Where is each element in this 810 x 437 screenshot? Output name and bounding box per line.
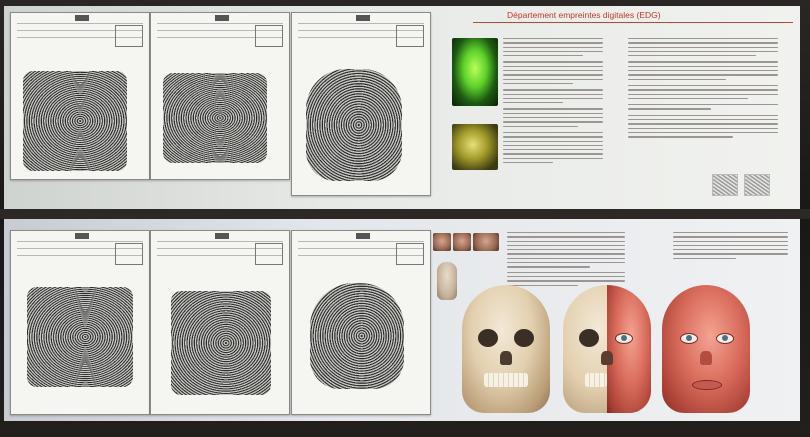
latent-print-photo (452, 124, 498, 170)
exhibit-text-column-2 (628, 38, 778, 141)
seal-icon (215, 15, 229, 21)
fingerprint-card-6 (291, 230, 431, 415)
face-photo-thumbnail (433, 233, 451, 251)
card-header (17, 15, 143, 55)
fingerprint-image (23, 71, 127, 171)
small-skull-image (437, 262, 457, 300)
exhibit-title-bar: Département empreintes digitales (EDG) (473, 8, 791, 22)
face-photo-thumbnail (473, 233, 499, 251)
title-rule (473, 22, 793, 23)
fingerprint-card-5 (150, 230, 290, 415)
seal-icon (356, 233, 370, 239)
card-header (157, 233, 283, 273)
exhibit-text-column-1 (503, 38, 603, 166)
seal-icon (215, 233, 229, 239)
card-header (17, 233, 143, 273)
skull-muscle-half-image (563, 285, 651, 413)
fingerprint-card-4 (10, 230, 150, 415)
card-stamp-box (115, 25, 143, 47)
panel-divider (0, 209, 810, 219)
card-stamp-box (396, 25, 424, 47)
card-stamp-box (115, 243, 143, 265)
seal-icon (75, 15, 89, 21)
facial-muscles-image (662, 285, 750, 413)
fingerprint-image (163, 73, 267, 163)
card-header (298, 233, 424, 273)
fingerprint-card-3 (291, 12, 431, 196)
seal-icon (356, 15, 370, 21)
fluorescent-fingerprint-photo (452, 38, 498, 106)
card-header (298, 15, 424, 55)
seal-icon (75, 233, 89, 239)
card-header (157, 15, 283, 55)
exhibit-title: Département empreintes digitales (EDG) (507, 10, 661, 20)
skull-image (462, 285, 550, 413)
fingerprint-card-1 (10, 12, 150, 180)
fingerprint-thumbnail (744, 174, 770, 196)
fingerprint-thumbnail (712, 174, 738, 196)
card-stamp-box (255, 243, 283, 265)
face-photo-thumbnail (453, 233, 471, 251)
card-stamp-box (396, 243, 424, 265)
reconstruction-text-column-1 (507, 232, 625, 289)
fingerprint-image (306, 69, 402, 181)
reconstruction-text-column-2 (673, 232, 788, 262)
fingerprint-card-2 (150, 12, 290, 180)
fingerprint-image (27, 287, 133, 387)
fingerprint-image (171, 291, 271, 395)
card-stamp-box (255, 25, 283, 47)
fingerprint-image (310, 283, 404, 389)
